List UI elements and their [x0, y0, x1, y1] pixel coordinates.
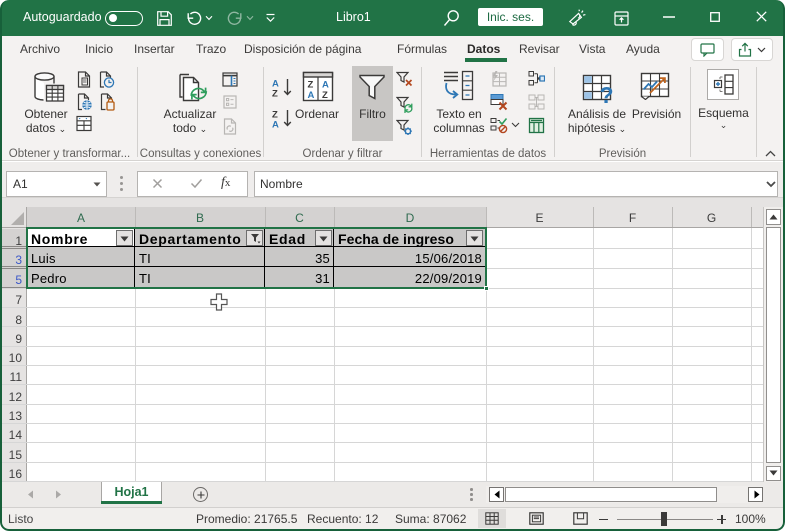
- svg-text:Z: Z: [322, 90, 328, 101]
- svg-text:Z: Z: [308, 80, 314, 91]
- svg-text:?: ?: [600, 82, 614, 106]
- svg-text:A: A: [308, 90, 315, 101]
- svg-text:A: A: [272, 120, 279, 130]
- svg-text:Z: Z: [272, 89, 278, 99]
- svg-text:A: A: [322, 80, 329, 91]
